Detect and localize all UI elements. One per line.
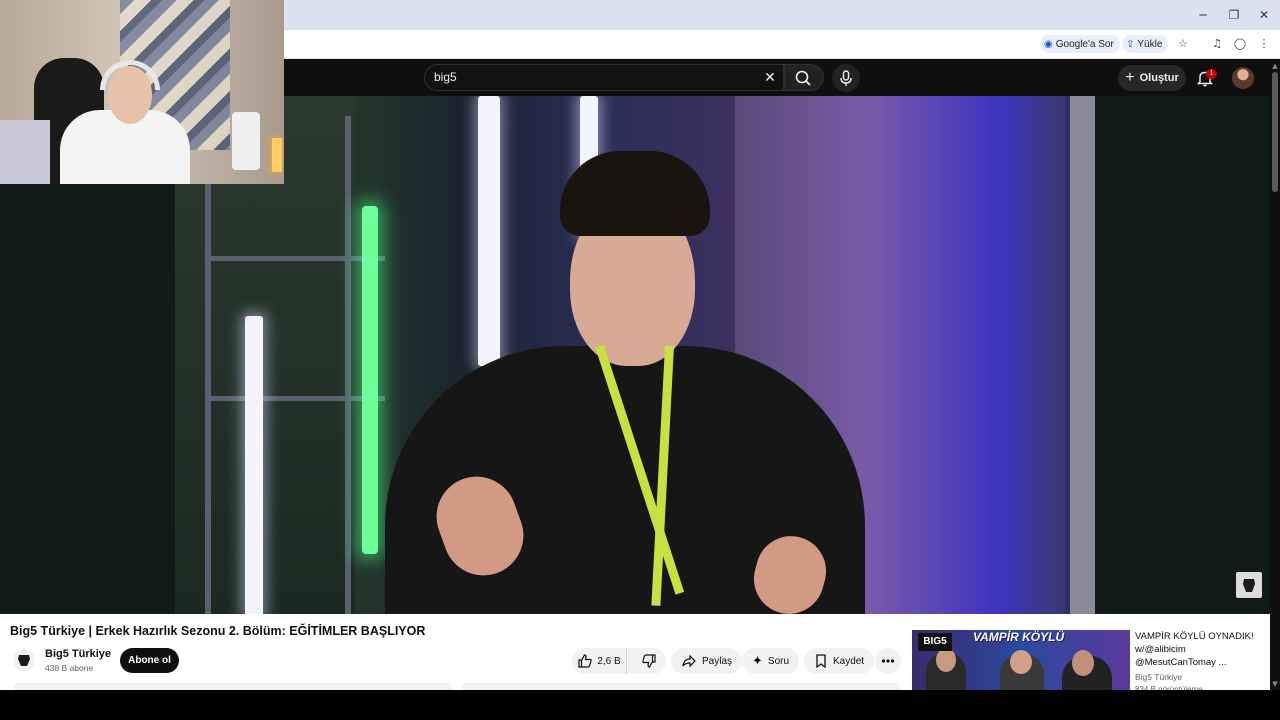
- shelf-post: [205, 116, 211, 614]
- upload-button[interactable]: ⇪ Yükle: [1122, 35, 1169, 53]
- subscribe-button[interactable]: Abone ol: [120, 648, 179, 673]
- description-box-edge[interactable]: [14, 683, 452, 690]
- thumbnail-face: [1010, 650, 1032, 674]
- sparkle-icon: ✦: [752, 653, 763, 669]
- close-window-icon[interactable]: ✕: [1255, 6, 1273, 24]
- search-button[interactable]: [784, 64, 824, 91]
- like-count: 2,6 B: [597, 655, 621, 667]
- streamer-webcam-overlay: [0, 0, 284, 184]
- clear-search-icon[interactable]: ✕: [760, 68, 780, 88]
- recommended-video-title[interactable]: VAMPİR KÖYLÜ OYNADIK! w/@alibicim @Mesut…: [1135, 630, 1265, 669]
- white-light-tube: [478, 96, 500, 366]
- thumbs-down-icon: [642, 654, 656, 668]
- search-input[interactable]: [424, 64, 784, 91]
- share-icon: [682, 654, 696, 668]
- minimize-window-icon[interactable]: ─: [1194, 6, 1212, 24]
- menu-icon[interactable]: ⋮: [1256, 36, 1272, 52]
- google-ask-button[interactable]: ◉ Google'a Sor: [1040, 35, 1120, 53]
- microphone-icon: [840, 70, 852, 86]
- dislike-button[interactable]: [632, 648, 666, 674]
- ask-label: Soru: [767, 655, 790, 667]
- shelf-board: [205, 256, 385, 261]
- big5-logo-icon: [1243, 579, 1255, 592]
- share-button[interactable]: Paylaş: [671, 648, 743, 674]
- video-title: Big5 Türkiye | Erkek Hazırlık Sezonu 2. …: [10, 624, 426, 638]
- voice-search-button[interactable]: [832, 64, 860, 92]
- webcam-candle: [272, 138, 282, 172]
- account-avatar[interactable]: [1232, 67, 1254, 89]
- thumbnail-big5-logo: BIG5: [918, 633, 952, 651]
- media-controls-icon[interactable]: ♫: [1209, 36, 1225, 52]
- create-button[interactable]: + Oluştur: [1118, 65, 1186, 91]
- restore-window-icon[interactable]: ❐: [1225, 6, 1243, 24]
- upload-icon: ⇪: [1126, 38, 1135, 50]
- subscriber-count: 438 B abone: [45, 663, 94, 673]
- green-neon-light: [362, 206, 378, 554]
- wall-pillar: [1070, 96, 1095, 614]
- big5-logo-icon: [18, 655, 30, 666]
- person-hair: [560, 151, 710, 236]
- channel-watermark[interactable]: [1236, 572, 1262, 598]
- google-ask-label: Google'a Sor: [1055, 38, 1114, 50]
- more-horizontal-icon: [881, 659, 895, 663]
- white-light-tube: [245, 316, 263, 614]
- scrollbar-thumb[interactable]: [1272, 72, 1278, 192]
- ask-button[interactable]: ✦ Soru: [742, 648, 800, 674]
- profile-icon[interactable]: ◯: [1232, 36, 1248, 52]
- webcam-bed: [0, 120, 50, 184]
- upload-label: Yükle: [1137, 38, 1163, 50]
- search-input-value: big5: [434, 70, 457, 84]
- like-button[interactable]: 2,6 B: [572, 648, 627, 674]
- channel-avatar[interactable]: [13, 649, 35, 671]
- plus-icon: +: [1125, 69, 1135, 86]
- thumbnail-text: VAMPİR KÖYLÜ: [973, 630, 1065, 644]
- shelf-post: [345, 116, 351, 614]
- share-label: Paylaş: [702, 655, 733, 667]
- thumbs-up-icon: [578, 654, 593, 668]
- more-actions-button[interactable]: [875, 648, 901, 674]
- lens-icon: ◉: [1044, 38, 1053, 50]
- bottom-black-bar: [0, 690, 1280, 720]
- webcam-tumbler: [232, 112, 260, 170]
- shelf-board: [205, 396, 385, 401]
- search-icon: [795, 70, 811, 86]
- channel-name[interactable]: Big5 Türkiye: [45, 648, 111, 660]
- video-frame[interactable]: [175, 96, 1095, 614]
- notification-badge: 1: [1206, 69, 1217, 79]
- thumbnail-face: [1072, 650, 1094, 676]
- scroll-down-arrow-icon[interactable]: ▼: [1271, 680, 1279, 688]
- like-dislike-group: 2,6 B: [572, 648, 666, 674]
- bookmark-icon: [816, 654, 826, 669]
- save-label: Kaydet: [833, 655, 865, 667]
- star-icon[interactable]: ☆: [1175, 36, 1191, 52]
- description-box-edge[interactable]: [462, 683, 900, 690]
- scroll-up-arrow-icon[interactable]: ▲: [1271, 62, 1279, 70]
- save-button[interactable]: Kaydet: [804, 648, 875, 674]
- recommended-video-channel[interactable]: Big5 Türkiye: [1135, 672, 1182, 682]
- create-label: Oluştur: [1139, 72, 1179, 84]
- thumbnail-face: [936, 648, 956, 672]
